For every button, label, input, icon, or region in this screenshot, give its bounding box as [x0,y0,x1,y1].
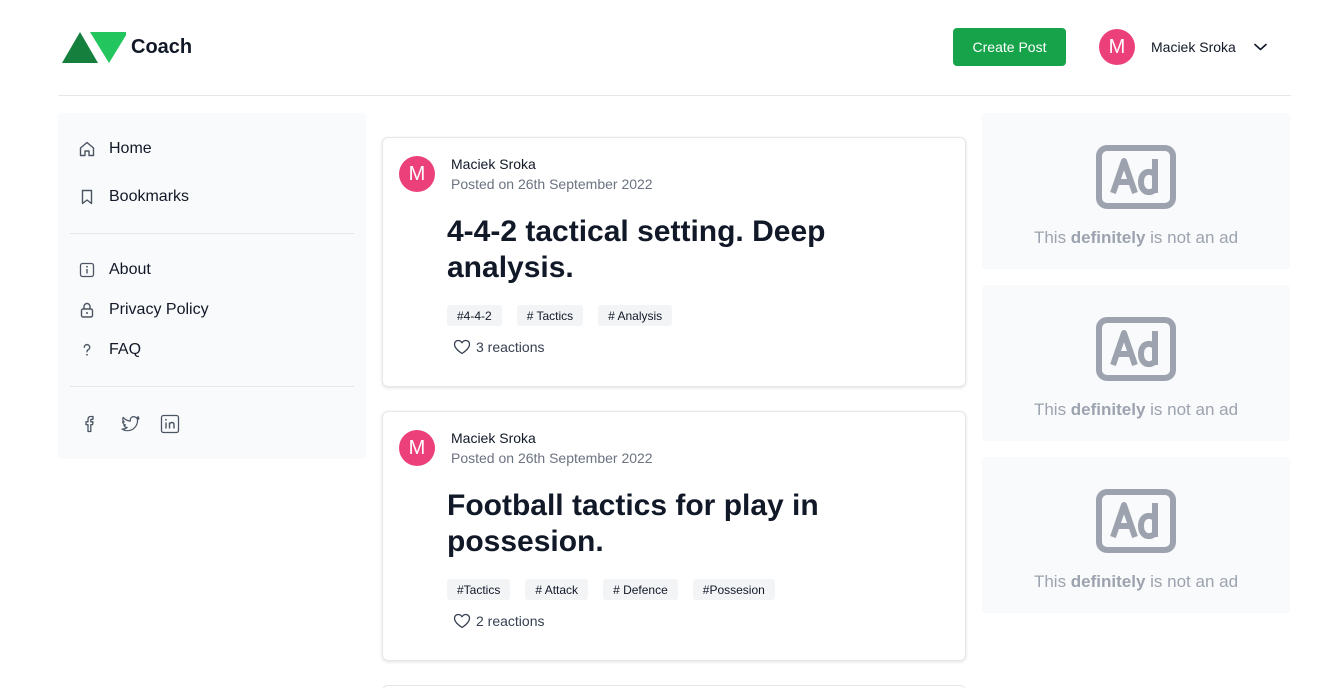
sidebar-divider [70,386,354,387]
heart-icon [453,339,471,355]
chevron-down-icon [1254,43,1267,51]
reactions-button[interactable]: 2 reactions [453,613,544,629]
ad-icon [1096,489,1176,553]
ad-text-suffix: is not an ad [1145,572,1239,591]
ad-text-emphasis: definitely [1070,228,1146,247]
brand-logo[interactable]: Coach [62,30,192,64]
ad-text-suffix: is not an ad [1145,400,1239,419]
ad-card: This definitely is not an ad [982,457,1290,613]
post-date: Posted on 26th September 2022 [451,450,653,466]
tag[interactable]: # Analysis [598,305,673,326]
tag[interactable]: #4-4-2 [447,305,502,326]
reactions-count: 2 reactions [476,613,545,629]
ad-text-emphasis: definitely [1070,400,1146,419]
post-card[interactable]: M Maciek Sroka Posted on 26th September … [382,411,966,661]
create-post-button[interactable]: Create Post [953,28,1066,66]
ad-text-prefix: This [1033,572,1071,591]
sidebar-item-label: About [109,261,151,278]
reactions-count: 3 reactions [476,339,545,355]
post-author[interactable]: Maciek Sroka [451,156,536,172]
post-title[interactable]: Football tactics for play in possesion. [447,488,917,560]
post-card[interactable]: M Maciek Sroka Posted on 26th September … [382,137,966,387]
reactions-button[interactable]: 3 reactions [453,339,544,355]
twitter-icon[interactable] [119,413,141,435]
tag[interactable]: # Attack [525,579,589,600]
ad-icon [1096,145,1176,209]
left-sidebar: Home Bookmarks About Privacy Policy FAQ [58,113,366,459]
tag[interactable]: #Possesion [692,579,775,600]
ad-text: This definitely is not an ad [982,400,1290,420]
lock-icon [80,302,94,318]
sidebar-item-label: Privacy Policy [109,301,209,318]
post-tags: #Tactics # Attack # Defence #Possesion [447,579,790,600]
sidebar-item-faq[interactable]: FAQ [78,341,141,359]
post-author[interactable]: Maciek Sroka [451,430,536,446]
sidebar-item-label: FAQ [109,341,142,358]
ad-text-prefix: This [1033,228,1071,247]
ad-text: This definitely is not an ad [982,572,1290,592]
logo-icon [62,32,126,63]
ad-card: This definitely is not an ad [982,285,1290,441]
ad-card: This definitely is not an ad [982,113,1290,269]
sidebar-item-label: Home [109,140,152,157]
tag[interactable]: # Defence [603,579,678,600]
sidebar-item-bookmarks[interactable]: Bookmarks [78,188,189,206]
tag[interactable]: #Tactics [447,579,511,600]
post-tags: #4-4-2 # Tactics # Analysis [447,305,687,326]
user-name: Maciek Sroka [1151,39,1236,55]
ad-text-emphasis: definitely [1070,572,1146,591]
sidebar-item-label: Bookmarks [109,188,190,205]
user-menu[interactable]: M Maciek Sroka [1099,29,1267,65]
linkedin-icon[interactable] [159,413,181,435]
sidebar-divider [70,233,354,234]
brand-name: Coach [131,36,193,58]
question-icon [83,343,91,356]
ad-text-prefix: This [1033,400,1071,419]
ad-icon [1096,317,1176,381]
tag[interactable]: # Tactics [516,305,584,326]
sidebar-item-about[interactable]: About [78,261,151,279]
top-header: Coach Create Post M Maciek Sroka [58,0,1291,96]
sidebar-item-privacy-policy[interactable]: Privacy Policy [78,301,209,319]
post-date: Posted on 26th September 2022 [451,176,653,192]
ad-text: This definitely is not an ad [982,228,1290,248]
facebook-icon[interactable] [79,413,101,435]
sidebar-item-home[interactable]: Home [78,140,152,158]
ad-text-suffix: is not an ad [1145,228,1239,247]
bookmark-icon [81,189,93,205]
avatar: M [1099,29,1135,65]
author-avatar[interactable]: M [399,430,435,466]
heart-icon [453,613,471,629]
home-icon [79,141,95,157]
author-avatar[interactable]: M [399,156,435,192]
info-icon [79,262,95,278]
post-title[interactable]: 4-4-2 tactical setting. Deep analysis. [447,214,917,286]
